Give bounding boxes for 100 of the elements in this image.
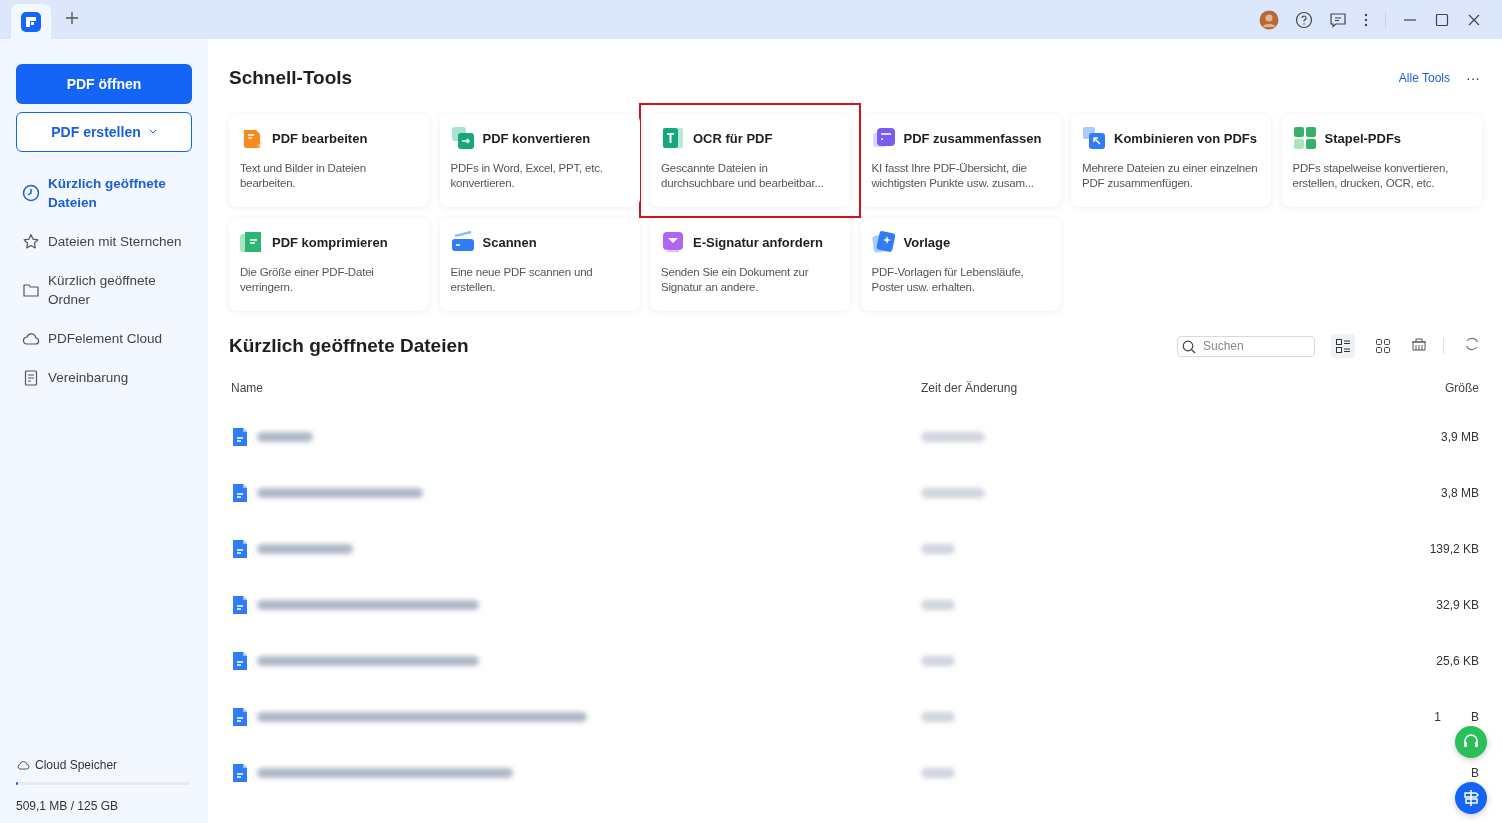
maximize-icon[interactable]	[1434, 11, 1450, 28]
tool-card[interactable]: E-Signatur anfordern Senden Sie ein Dokument zur Signatur an andere.	[650, 218, 850, 311]
list-icon	[1335, 338, 1351, 354]
tool-card[interactable]: Vorlage PDF-Vorlagen für Lebensläufe, Poster usw. erhalten.	[860, 218, 1061, 311]
pdf-file-icon	[231, 426, 249, 448]
guide-button[interactable]	[1455, 782, 1487, 814]
tool-title: PDF bearbeiten	[272, 130, 368, 146]
blurred-text	[921, 432, 985, 442]
compress-icon	[240, 230, 264, 254]
column-header: Name	[231, 381, 264, 397]
pdf-file-icon	[231, 650, 249, 672]
summary-icon	[871, 126, 896, 150]
file-size: 139,2 KB	[1429, 542, 1479, 556]
star-icon	[22, 232, 40, 251]
blurred-text	[921, 656, 955, 666]
sidebar-item[interactable]: PDFelement Cloud	[16, 325, 182, 352]
tool-card[interactable]: Scannen Eine neue PDF scannen und erstellen.	[439, 218, 640, 311]
signpost-icon	[1462, 789, 1480, 807]
help-icon[interactable]	[1295, 10, 1313, 29]
app-tab[interactable]	[11, 4, 51, 39]
sidebar-item[interactable]: Kürzlich geöffnete Ordner	[16, 267, 182, 313]
merge-icon	[1082, 126, 1106, 150]
document-icon	[22, 368, 40, 387]
tool-description: PDF-Vorlagen für Lebensläufe, Poster usw. erhalten.	[871, 265, 1025, 295]
folder-icon	[22, 281, 40, 299]
tool-title: PDF konvertieren	[482, 130, 591, 146]
sidebar-item[interactable]: Vereinbarung	[16, 364, 182, 391]
signature-icon	[661, 230, 685, 254]
tool-description: Senden Sie ein Dokument zur Signatur an andere.	[661, 265, 810, 295]
pdf-file-icon	[231, 762, 249, 784]
avatar-icon[interactable]	[1259, 9, 1279, 30]
grid-icon	[1292, 126, 1317, 150]
file-size: B	[1471, 710, 1479, 724]
tool-description: Text und Bilder in Dateien bearbeiten.	[240, 161, 367, 191]
feedback-icon[interactable]	[1329, 10, 1347, 29]
file-size: B	[1471, 766, 1479, 780]
new-tab-icon[interactable]	[65, 10, 79, 25]
file-size: 3,9 MB	[1441, 430, 1479, 444]
app-logo-icon	[21, 11, 41, 32]
more-button[interactable]: ···	[1466, 70, 1480, 86]
pdf-file-icon	[231, 482, 249, 504]
section-title: Schnell-Tools	[229, 67, 353, 89]
list-view-button[interactable]	[1331, 334, 1355, 358]
tool-card[interactable]: PDF konvertieren PDFs in Word, Excel, PPT, etc. konvertieren.	[439, 114, 640, 207]
pdf-file-icon	[231, 538, 249, 560]
blurred-text	[921, 544, 955, 554]
blurred-text	[921, 600, 955, 610]
search-icon	[1182, 339, 1196, 354]
sidebar-item[interactable]: Kürzlich geöffnete Dateien	[16, 170, 182, 216]
text-recognition-icon	[661, 126, 685, 150]
blurred-text	[921, 712, 955, 722]
create-pdf-button[interactable]: PDF erstellen	[16, 112, 192, 152]
caret-icon	[148, 129, 157, 135]
more-icon[interactable]	[1363, 11, 1369, 28]
tool-title: PDF komprimieren	[272, 234, 388, 250]
tool-title: Scannen	[482, 234, 537, 250]
tool-card[interactable]: Kombinieren von PDFs Mehrere Dateien zu einer einzelnen PDF zusammenfügen.	[1071, 114, 1271, 207]
refresh-icon[interactable]	[1464, 336, 1480, 352]
storage-usage: 509,1 MB / 125 GB	[16, 799, 120, 813]
tool-card[interactable]: PDF komprimieren Die Größe einer PDF-Datei verringern.	[229, 218, 429, 311]
blurred-text	[921, 768, 955, 778]
cloud-icon	[16, 759, 30, 771]
file-size: 32,9 KB	[1436, 598, 1479, 612]
tool-card[interactable]: OCR für PDF Gescannte Dateien in durchsuchbare und bearbeitbar...	[650, 114, 850, 207]
scanner-icon	[450, 230, 475, 254]
file-size: 1	[1434, 710, 1441, 724]
convert-icon	[450, 126, 475, 150]
tool-title: Stapel-PDFs	[1324, 130, 1402, 146]
tool-description: KI fasst Ihre PDF-Übersicht, die wichtigsten Punkte usw. zusam...	[871, 161, 1035, 191]
tool-description: Die Größe einer PDF-Datei verringern.	[240, 265, 375, 295]
pdf-file-icon	[231, 706, 249, 728]
tool-description: Gescannte Dateien in durchsuchbare und bearbeitbar...	[661, 161, 825, 191]
column-header: Größe	[1444, 381, 1479, 397]
tool-title: Kombinieren von PDFs	[1114, 130, 1258, 146]
tool-description: Mehrere Dateien zu einer einzelnen PDF zusammenfügen.	[1082, 161, 1258, 191]
storage-label: Cloud Speicher	[35, 758, 118, 772]
tool-description: PDFs stapelweise konvertieren, erstellen, drucken, OCR, etc.	[1292, 161, 1450, 191]
tool-title: E-Signatur anfordern	[693, 234, 823, 250]
tool-title: OCR für PDF	[693, 130, 773, 146]
tool-card[interactable]: PDF zusammenfassen KI fasst Ihre PDF-Übersicht, die wichtigsten Punkte usw. zusam...	[860, 114, 1061, 207]
column-header: Zeit der Änderung	[921, 381, 1019, 397]
tool-title: Vorlage	[903, 234, 951, 250]
tool-card[interactable]: Stapel-PDFs PDFs stapelweise konvertieren, erstellen, drucken, OCR, etc.	[1281, 114, 1482, 207]
blurred-text	[921, 488, 985, 498]
file-size: 25,6 KB	[1436, 654, 1479, 668]
tool-card[interactable]: PDF bearbeiten Text und Bilder in Dateien bearbeiten.	[229, 114, 429, 207]
all-tools-link[interactable]: Alle Tools	[1398, 71, 1450, 85]
file-size: 3,8 MB	[1441, 486, 1479, 500]
tool-description: Eine neue PDF scannen und erstellen.	[450, 265, 594, 295]
tool-title: PDF zusammenfassen	[903, 130, 1042, 146]
blurred-text	[257, 432, 313, 442]
sidebar-item[interactable]: Dateien mit Sternchen	[16, 228, 182, 255]
tool-description: PDFs in Word, Excel, PPT, etc. konvertieren.	[450, 161, 604, 191]
clean-icon[interactable]	[1411, 336, 1427, 352]
pdf-file-icon	[231, 594, 249, 616]
search-field[interactable]: Suchen	[1177, 335, 1315, 357]
clock-icon	[22, 184, 40, 202]
open-pdf-button[interactable]: PDF öffnen	[16, 64, 192, 104]
grid-icon	[1375, 338, 1391, 354]
section-title: Kürzlich geöffnete Dateien	[229, 335, 469, 357]
